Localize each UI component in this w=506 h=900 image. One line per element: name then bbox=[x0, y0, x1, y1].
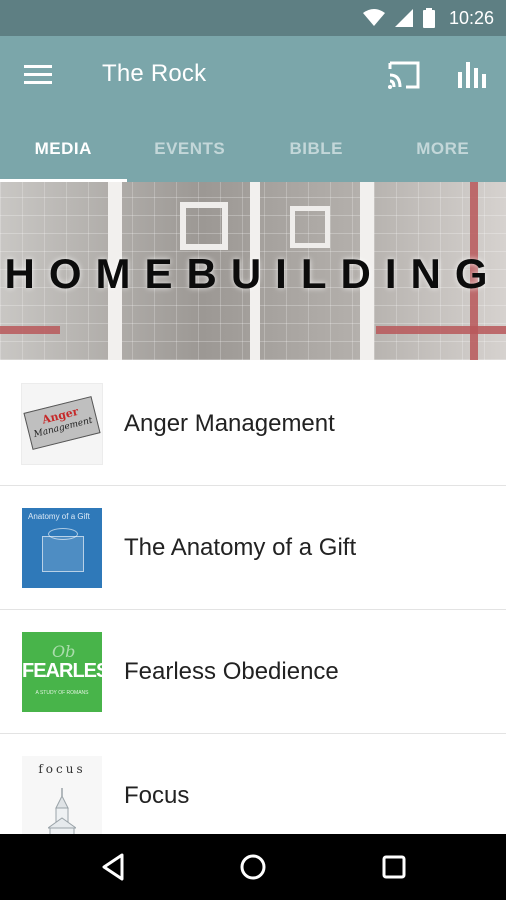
app-bar: The Rock bbox=[0, 36, 506, 116]
thumbnail-text: focus bbox=[38, 762, 86, 776]
tab-events[interactable]: EVENTS bbox=[127, 116, 254, 182]
tab-media[interactable]: MEDIA bbox=[0, 116, 127, 182]
banner-red-wall bbox=[376, 326, 506, 334]
list-item-label: Anger Management bbox=[124, 410, 335, 437]
menu-icon[interactable] bbox=[24, 64, 54, 86]
stats-icon[interactable] bbox=[456, 58, 488, 90]
back-icon[interactable] bbox=[98, 851, 130, 883]
status-time: 10:26 bbox=[448, 7, 494, 28]
home-icon[interactable] bbox=[237, 851, 269, 883]
app-title: The Rock bbox=[102, 60, 207, 87]
cell-signal-icon bbox=[394, 9, 413, 27]
thumbnail-card: Anger Management bbox=[23, 396, 101, 450]
list-item-label: Fearless Obedience bbox=[124, 658, 339, 685]
series-thumbnail: Anatomy of a Gift bbox=[22, 508, 102, 588]
status-bar: 10:26 bbox=[0, 0, 506, 36]
cast-icon[interactable] bbox=[386, 59, 422, 91]
list-item[interactable]: Anatomy of a Gift The Anatomy of a Gift bbox=[0, 486, 506, 610]
banner-red-wall bbox=[0, 326, 60, 334]
banner-wall bbox=[180, 202, 228, 250]
banner-title: HOMEBUILDING bbox=[4, 250, 502, 297]
list-item-label: The Anatomy of a Gift bbox=[124, 534, 357, 561]
series-thumbnail: focus bbox=[22, 756, 102, 836]
series-banner[interactable]: HOMEBUILDING bbox=[0, 182, 506, 360]
church-steeple-icon bbox=[48, 788, 76, 836]
list-item[interactable]: Ob FEARLESS A STUDY OF ROMANS Fearless O… bbox=[0, 610, 506, 734]
banner-wall bbox=[290, 206, 330, 248]
media-list: Anger Management Anger Management Anatom… bbox=[0, 362, 506, 858]
status-icons: 10:26 bbox=[362, 0, 494, 36]
tab-bar: MEDIA EVENTS BIBLE MORE bbox=[0, 116, 506, 182]
series-thumbnail: Anger Management bbox=[22, 384, 102, 464]
battery-icon bbox=[422, 8, 435, 28]
thumbnail-text: Anatomy of a Gift bbox=[28, 512, 90, 521]
thumbnail-text: FEARLESS bbox=[22, 660, 102, 682]
recents-icon[interactable] bbox=[378, 851, 410, 883]
list-item[interactable]: Anger Management Anger Management bbox=[0, 362, 506, 486]
series-thumbnail: Ob FEARLESS A STUDY OF ROMANS bbox=[22, 632, 102, 712]
tab-more[interactable]: MORE bbox=[380, 116, 506, 182]
system-nav-bar bbox=[0, 834, 506, 900]
gift-box-icon bbox=[42, 536, 84, 572]
thumbnail-script-text: Ob bbox=[52, 642, 76, 661]
wifi-icon bbox=[362, 9, 385, 26]
thumbnail-subtext: A STUDY OF ROMANS bbox=[35, 690, 89, 696]
tab-bible[interactable]: BIBLE bbox=[253, 116, 380, 182]
